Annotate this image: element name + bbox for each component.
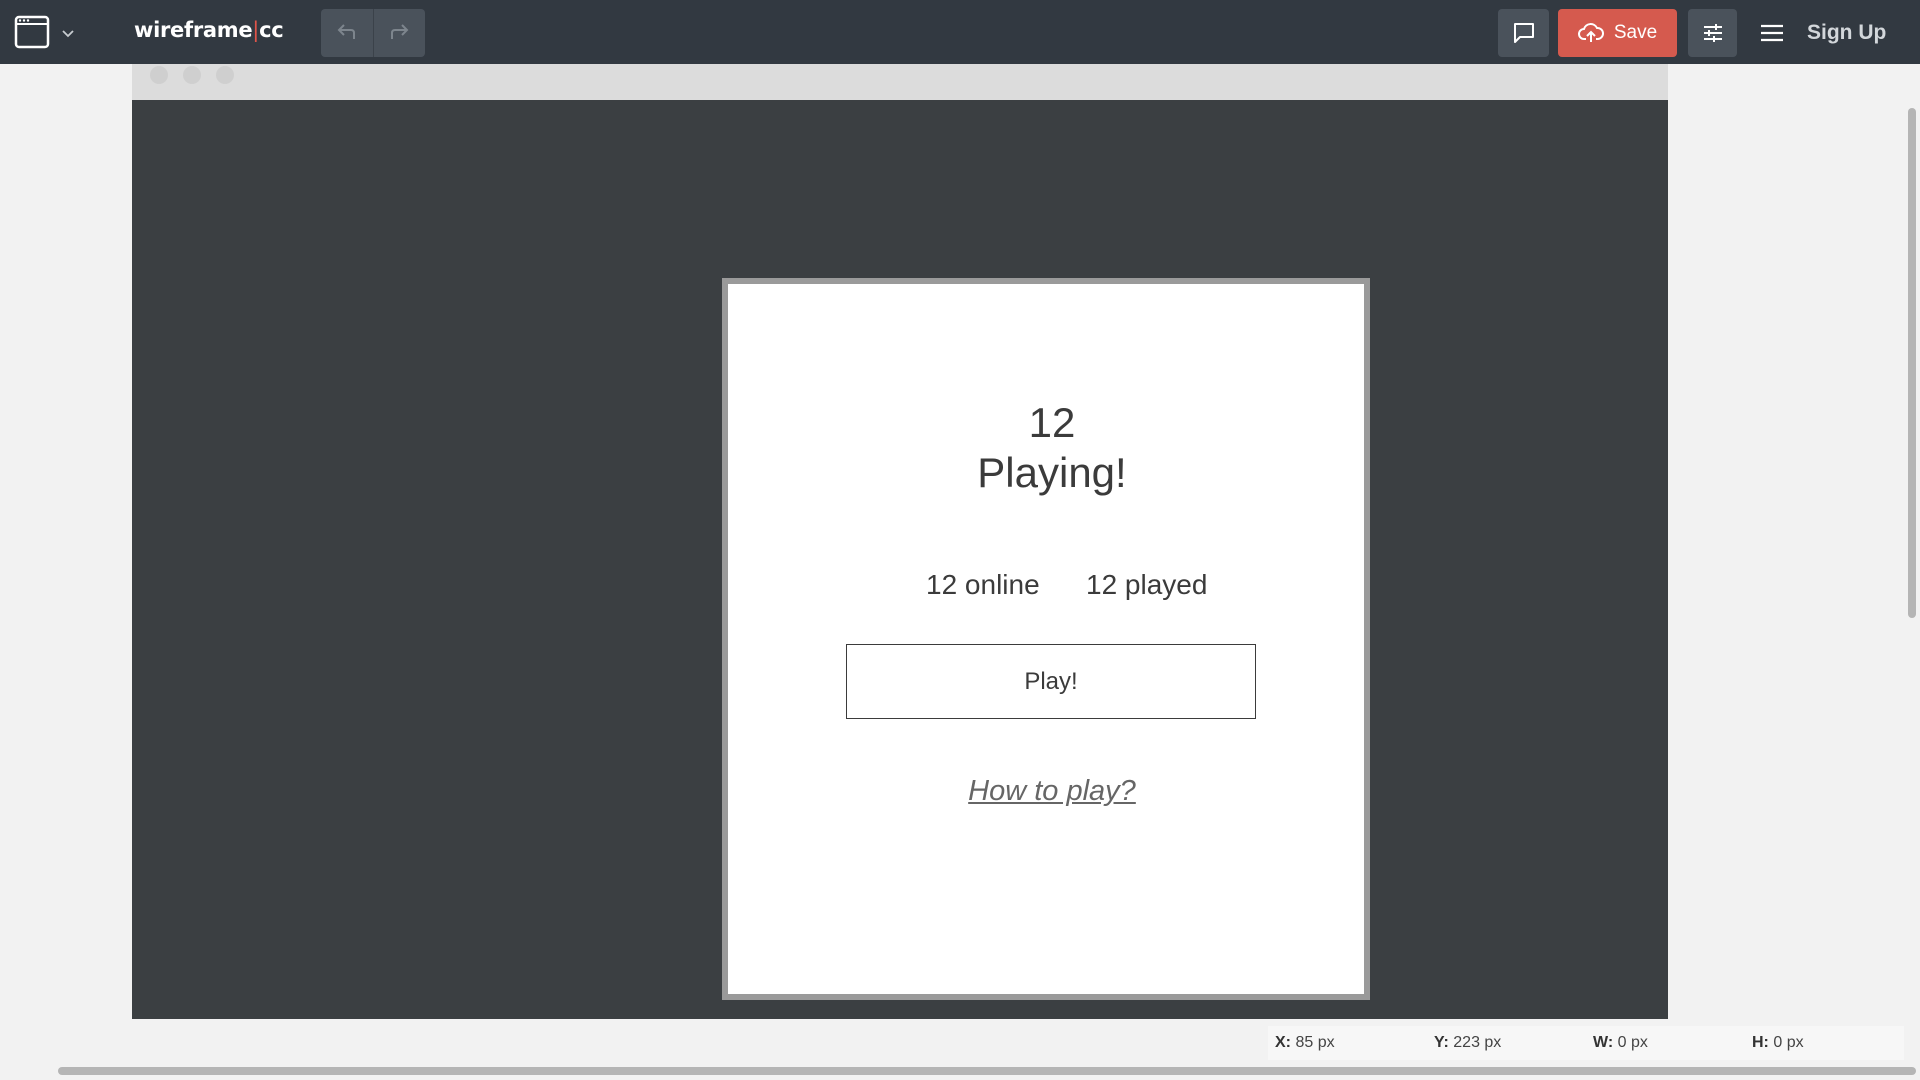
redo-icon [391,24,409,39]
window-dot [216,66,234,84]
comment-button[interactable] [1498,9,1549,57]
browser-frame-icon [14,15,50,49]
h-label: H: [1752,1034,1769,1051]
redo-button[interactable] [373,9,425,57]
undo-icon [337,24,355,39]
sign-up-link[interactable]: Sign Up [1807,21,1886,45]
settings-button[interactable] [1688,9,1737,57]
y-value: 223 px [1453,1034,1502,1051]
how-to-play-link[interactable]: How to play? [728,775,1376,808]
main-menu-button[interactable] [1756,18,1788,48]
save-button[interactable]: Save [1558,9,1677,57]
undo-redo-group [321,9,425,57]
y-readout: Y: 223 px [1434,1034,1501,1052]
vertical-scrollbar[interactable] [1908,108,1916,618]
online-count[interactable]: 12 online [926,569,1040,601]
w-label: W: [1593,1034,1614,1051]
cloud-upload-icon [1577,23,1604,42]
top-toolbar: wireframe|cc Save Sign Up [0,0,1920,64]
logo-suffix: cc [259,18,284,42]
logo-text: wireframe [134,18,253,42]
wireframe-canvas[interactable]: 12 Playing! 12 online 12 played Play! Ho… [132,100,1668,1019]
chevron-down-icon [62,30,74,38]
browser-frame-bar [132,64,1668,100]
h-value: 0 px [1773,1034,1804,1051]
playing-heading[interactable]: Playing! [728,448,1376,498]
frame-type-dropdown[interactable] [14,15,74,51]
play-button[interactable]: Play! [846,644,1256,719]
x-readout: X: 85 px [1275,1034,1335,1052]
window-dot [183,66,201,84]
coordinates-statusbar: X: 85 px Y: 223 px W: 0 px H: 0 px [1268,1026,1904,1060]
game-card[interactable]: 12 Playing! 12 online 12 played Play! Ho… [722,278,1370,1000]
undo-button[interactable] [321,9,373,57]
app-logo[interactable]: wireframe|cc [134,18,284,42]
player-count[interactable]: 12 [728,398,1376,448]
sliders-icon [1703,24,1722,42]
w-value: 0 px [1617,1034,1648,1051]
window-dot [150,66,168,84]
x-value: 85 px [1295,1034,1335,1051]
h-readout: H: 0 px [1752,1034,1804,1052]
comment-icon [1513,23,1534,43]
x-label: X: [1275,1034,1291,1051]
hamburger-menu-icon [1761,24,1783,42]
w-readout: W: 0 px [1593,1034,1648,1052]
played-count[interactable]: 12 played [1086,569,1207,601]
save-label: Save [1613,22,1658,43]
y-label: Y: [1434,1034,1449,1051]
horizontal-scrollbar[interactable] [58,1067,1916,1075]
